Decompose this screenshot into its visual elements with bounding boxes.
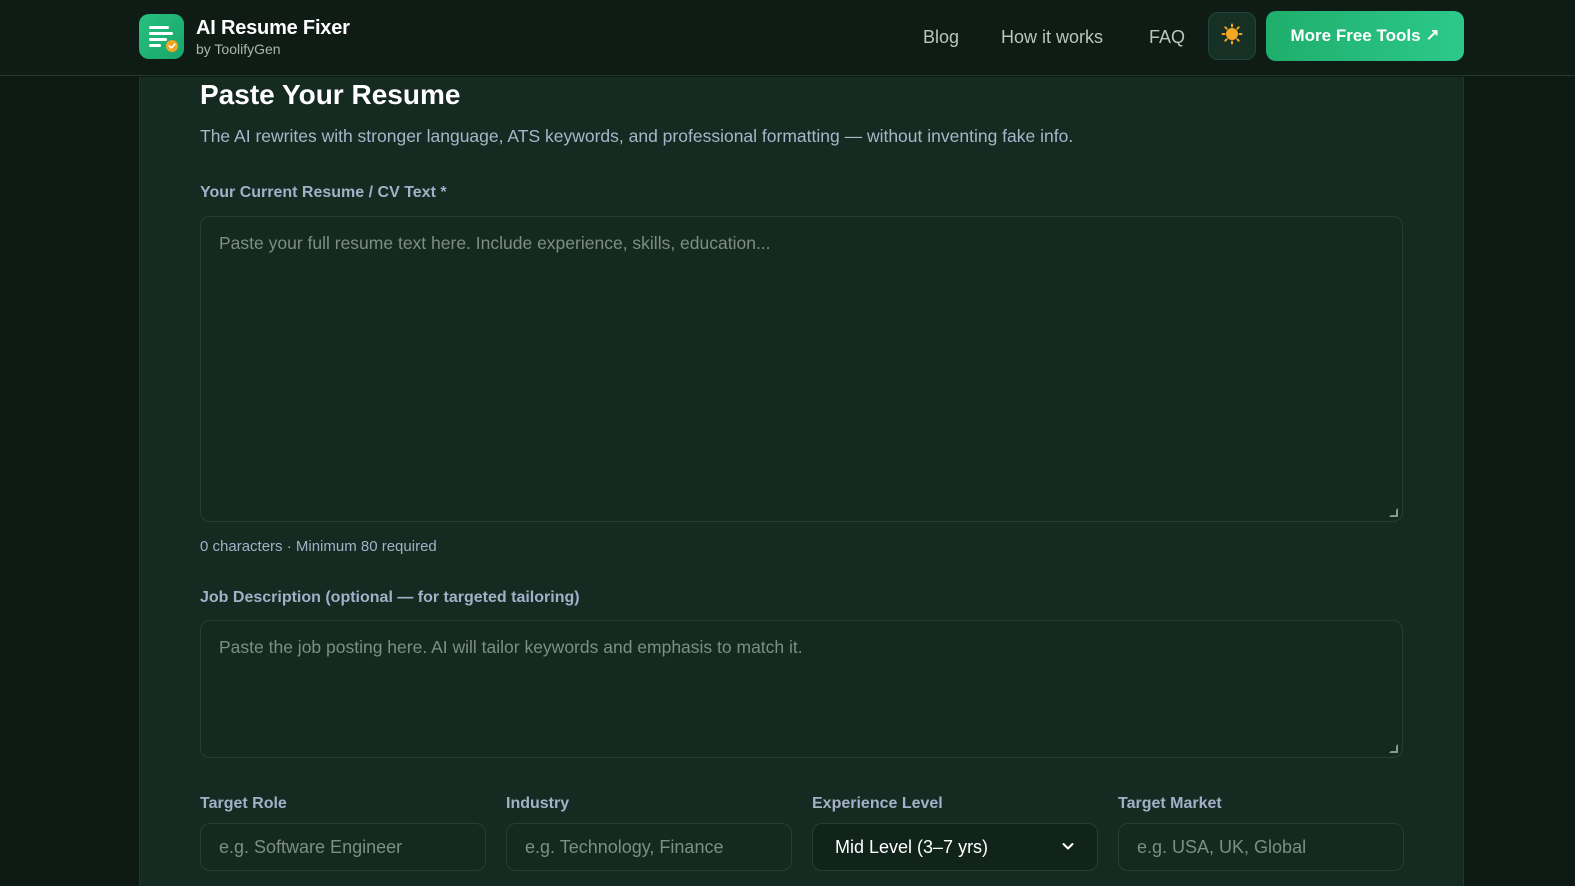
page-title: Paste Your Resume <box>200 79 461 110</box>
target-market-placeholder: e.g. USA, UK, Global <box>1137 836 1307 857</box>
job-description-label: Job Description (optional — for targeted… <box>200 589 580 606</box>
character-count: 0 characters · Minimum 80 required <box>200 538 437 555</box>
resume-textarea-placeholder: Paste your full resume text here. Includ… <box>219 233 771 253</box>
nav-faq-link[interactable]: FAQ <box>1149 26 1185 48</box>
nav-how-it-works-link[interactable]: How it works <box>1001 26 1103 48</box>
industry-label: Industry <box>506 795 570 812</box>
brand-subtitle: by ToolifyGen <box>196 40 281 57</box>
resize-handle-icon[interactable] <box>1389 508 1398 517</box>
target-market-input[interactable]: e.g. USA, UK, Global <box>1118 823 1404 871</box>
resume-logo-icon <box>139 14 184 59</box>
resume-textarea[interactable]: Paste your full resume text here. Includ… <box>200 216 1403 522</box>
top-header: AI Resume Fixer by ToolifyGen Blog How i… <box>0 0 1575 76</box>
resume-field-label: Your Current Resume / CV Text * <box>200 184 447 201</box>
target-role-placeholder: e.g. Software Engineer <box>219 836 403 857</box>
target-role-input[interactable]: e.g. Software Engineer <box>200 823 486 871</box>
chevron-down-icon <box>1061 837 1075 858</box>
nav-blog-link[interactable]: Blog <box>923 26 959 48</box>
industry-input[interactable]: e.g. Technology, Finance <box>506 823 792 871</box>
experience-level-value: Mid Level (3–7 yrs) <box>835 836 989 857</box>
industry-placeholder: e.g. Technology, Finance <box>525 836 724 857</box>
brand-title: AI Resume Fixer <box>196 16 350 39</box>
experience-level-select[interactable]: Mid Level (3–7 yrs) <box>812 823 1098 871</box>
page-subtitle: The AI rewrites with stronger language, … <box>200 126 1074 146</box>
target-role-label: Target Role <box>200 795 287 812</box>
brand[interactable]: AI Resume Fixer by ToolifyGen <box>139 14 350 59</box>
theme-toggle-button[interactable] <box>1208 12 1256 60</box>
job-description-textarea[interactable]: Paste the job posting here. AI will tail… <box>200 620 1403 758</box>
job-description-placeholder: Paste the job posting here. AI will tail… <box>219 637 803 657</box>
sun-icon <box>1221 23 1243 50</box>
resize-handle-icon[interactable] <box>1389 744 1398 753</box>
target-market-label: Target Market <box>1118 795 1222 812</box>
more-free-tools-button[interactable]: More Free Tools ↗ <box>1266 11 1464 61</box>
experience-level-label: Experience Level <box>812 795 943 812</box>
